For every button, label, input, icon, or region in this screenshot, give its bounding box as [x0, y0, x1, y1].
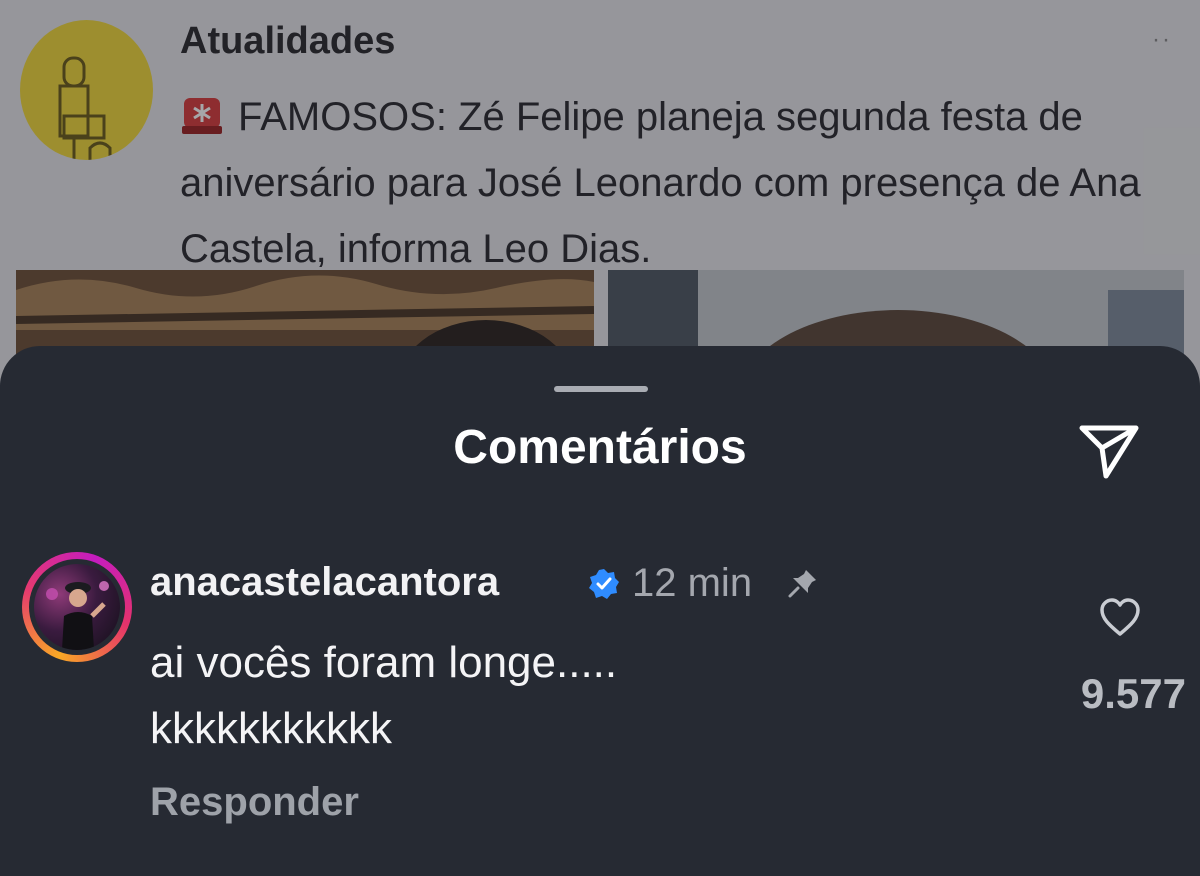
verified-badge-icon: [588, 568, 620, 600]
avatar-photo: [34, 564, 120, 650]
heart-icon[interactable]: [1098, 596, 1142, 640]
reply-button[interactable]: Responder: [150, 780, 359, 825]
pin-icon: [786, 566, 820, 600]
comment-avatar[interactable]: [22, 552, 132, 662]
comment-time: 12 min: [632, 561, 753, 605]
comment-username[interactable]: anacastelacantora: [150, 560, 499, 605]
comment-text: ai vocês foram longe..... kkkkkkkkkkk: [150, 638, 618, 753]
sheet-title: Comentários: [453, 421, 747, 474]
like-count: 9.577: [1080, 670, 1186, 717]
send-icon[interactable]: [1076, 418, 1142, 484]
drag-handle[interactable]: [554, 386, 648, 392]
